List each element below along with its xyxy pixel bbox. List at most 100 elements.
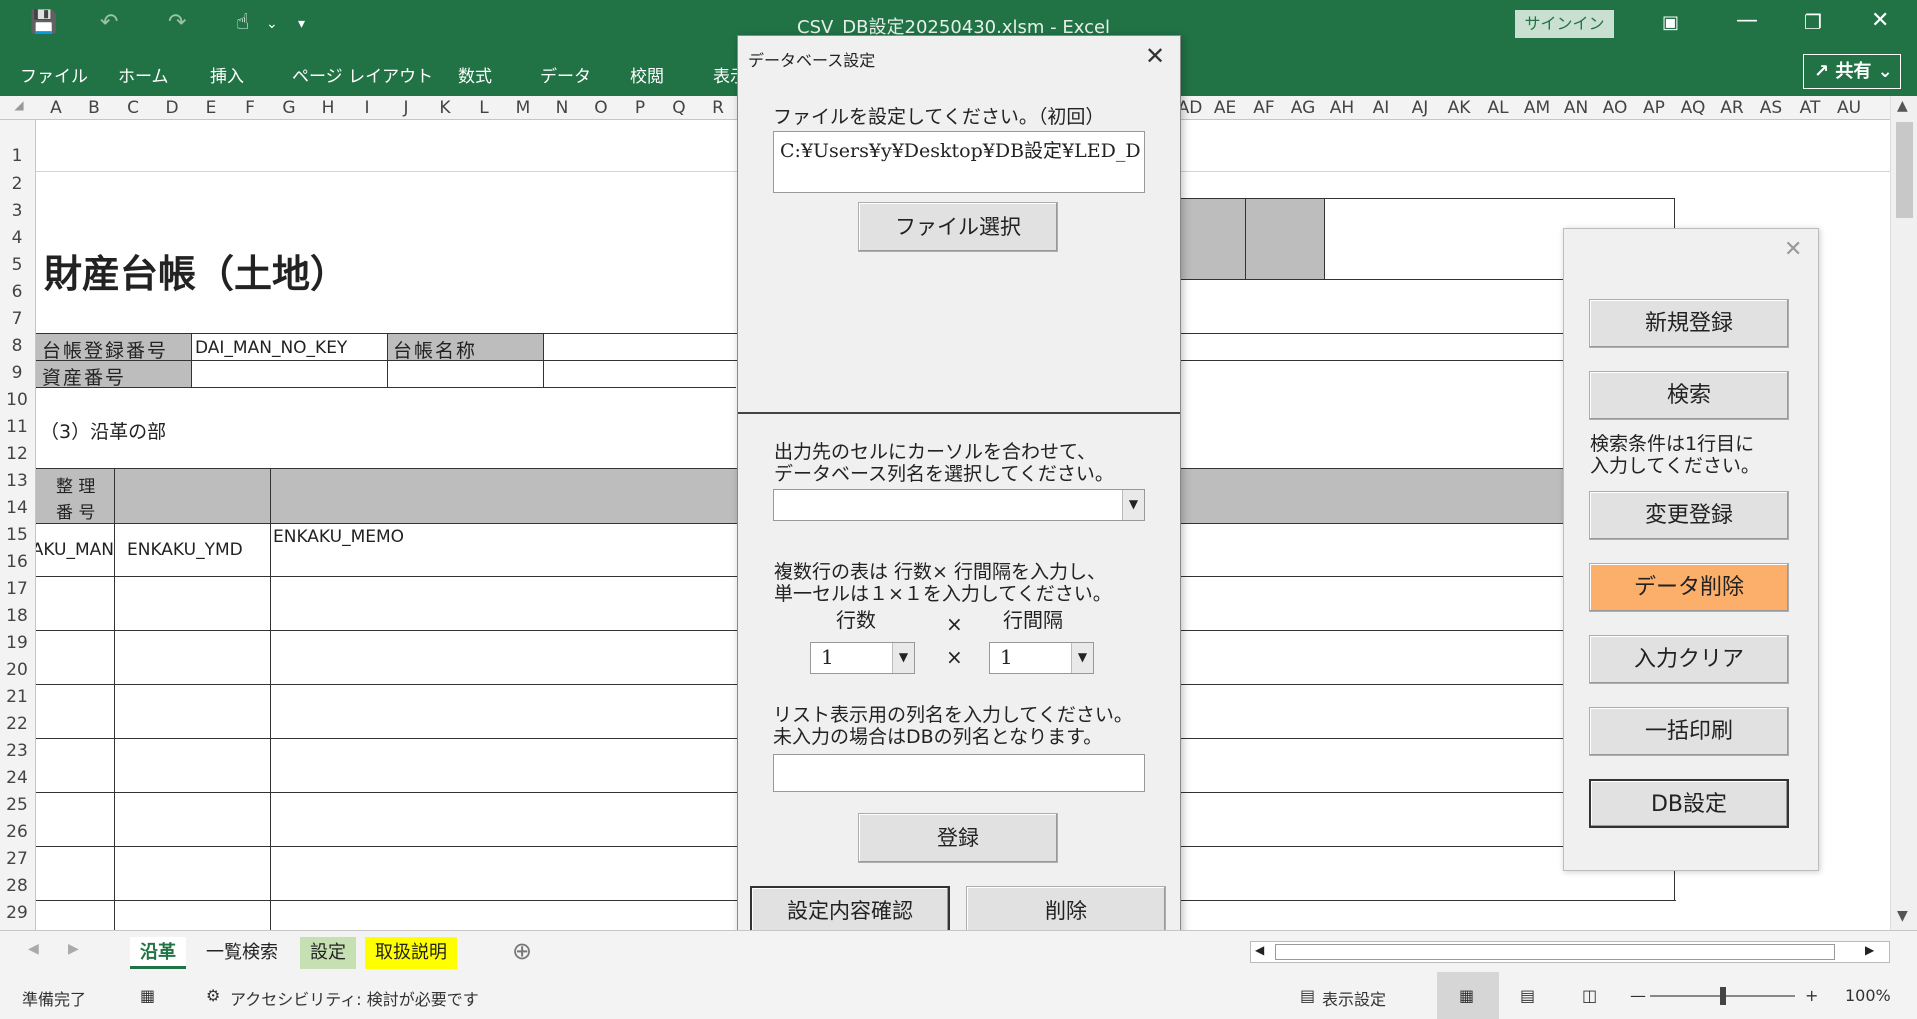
- row-header[interactable]: 18: [0, 606, 34, 626]
- row-header[interactable]: 24: [0, 768, 34, 788]
- row-header[interactable]: 15: [0, 525, 34, 545]
- column-header[interactable]: AP: [1634, 98, 1674, 118]
- share-button[interactable]: ↗ 共有 ⌄: [1803, 54, 1901, 89]
- dropdown-arrow-icon[interactable]: ▼: [1122, 490, 1144, 520]
- tab-insert[interactable]: 挿入: [210, 62, 244, 87]
- column-header[interactable]: AO: [1595, 98, 1635, 118]
- tab-file[interactable]: ファイル: [20, 62, 88, 87]
- row-header[interactable]: 21: [0, 687, 34, 707]
- panel-close-icon[interactable]: ✕: [1784, 237, 1802, 262]
- prev-sheet-icon[interactable]: ◀: [28, 941, 39, 957]
- column-header[interactable]: O: [581, 98, 621, 118]
- column-header[interactable]: AJ: [1400, 98, 1440, 118]
- tab-formulas[interactable]: 数式: [458, 62, 492, 87]
- row-header[interactable]: 7: [0, 309, 34, 329]
- vertical-scrollbar[interactable]: ▲ ▼: [1890, 96, 1917, 930]
- minimize-icon[interactable]: —: [1736, 8, 1758, 33]
- horizontal-scrollbar[interactable]: ◀ ▶: [1250, 941, 1890, 963]
- delete-button[interactable]: 削除: [966, 886, 1166, 936]
- row-header[interactable]: 19: [0, 633, 34, 653]
- row-header[interactable]: 1: [0, 146, 34, 166]
- sheet-tab-list-search[interactable]: 一覧検索: [196, 937, 288, 969]
- horizontal-scroll-thumb[interactable]: [1275, 944, 1835, 960]
- cell-field-memo[interactable]: ENKAKU_MEMO: [273, 527, 404, 547]
- close-icon[interactable]: ✕: [1871, 8, 1889, 33]
- add-sheet-icon[interactable]: ⊕: [512, 937, 532, 965]
- accessibility-icon[interactable]: ⚙: [206, 986, 220, 1005]
- tab-review[interactable]: 校閲: [630, 62, 664, 87]
- column-header[interactable]: A: [36, 98, 76, 118]
- column-header[interactable]: AH: [1322, 98, 1362, 118]
- row-header[interactable]: 26: [0, 822, 34, 842]
- zoom-slider-handle[interactable]: [1720, 987, 1726, 1005]
- row-header[interactable]: 11: [0, 417, 34, 437]
- column-header[interactable]: AN: [1556, 98, 1596, 118]
- normal-view-button[interactable]: ▦: [1437, 972, 1499, 1019]
- row-header[interactable]: 13: [0, 471, 34, 491]
- confirm-settings-button[interactable]: 設定内容確認: [750, 886, 950, 936]
- row-header[interactable]: 6: [0, 282, 34, 302]
- display-settings[interactable]: 表示設定: [1322, 986, 1386, 1010]
- touch-mode-icon[interactable]: ☝: [236, 10, 249, 35]
- column-header[interactable]: I: [347, 98, 387, 118]
- row-header[interactable]: 2: [0, 174, 34, 194]
- display-settings-icon[interactable]: ▤: [1300, 986, 1315, 1005]
- row-header[interactable]: 29: [0, 903, 34, 923]
- column-header[interactable]: G: [269, 98, 309, 118]
- page-layout-view-icon[interactable]: ▤: [1520, 986, 1535, 1005]
- row-header[interactable]: 14: [0, 498, 34, 518]
- dialog-close-icon[interactable]: ✕: [1145, 42, 1165, 70]
- column-header[interactable]: B: [74, 98, 114, 118]
- row-header[interactable]: 23: [0, 741, 34, 761]
- cell-field-no[interactable]: AKU_MAN: [36, 540, 114, 560]
- input-clear-button[interactable]: 入力クリア: [1589, 635, 1789, 684]
- zoom-in-icon[interactable]: +: [1805, 986, 1818, 1005]
- change-register-button[interactable]: 変更登録: [1589, 491, 1789, 540]
- column-header[interactable]: D: [152, 98, 192, 118]
- file-select-button[interactable]: ファイル選択: [858, 202, 1058, 252]
- row-header[interactable]: 27: [0, 849, 34, 869]
- column-header[interactable]: Q: [659, 98, 699, 118]
- column-header[interactable]: AM: [1517, 98, 1557, 118]
- customize-icon[interactable]: ▾: [298, 16, 305, 32]
- batch-print-button[interactable]: 一括印刷: [1589, 707, 1789, 756]
- restore-icon[interactable]: ❐: [1804, 10, 1822, 34]
- column-header[interactable]: P: [620, 98, 660, 118]
- scroll-right-icon[interactable]: ▶: [1865, 943, 1874, 957]
- scroll-down-icon[interactable]: ▼: [1897, 908, 1908, 924]
- list-column-name-input[interactable]: [773, 754, 1145, 792]
- column-header[interactable]: E: [191, 98, 231, 118]
- sheet-tab-manual[interactable]: 取扱説明: [365, 937, 457, 969]
- tab-page-layout[interactable]: ページ レイアウト: [292, 62, 433, 87]
- data-delete-button[interactable]: データ削除: [1589, 563, 1789, 612]
- row-header[interactable]: 10: [0, 390, 34, 410]
- column-header[interactable]: AE: [1205, 98, 1245, 118]
- new-register-button[interactable]: 新規登録: [1589, 299, 1789, 348]
- sheet-tab-enkaku[interactable]: 沿革: [130, 937, 186, 969]
- column-header[interactable]: K: [425, 98, 465, 118]
- file-path-field[interactable]: C:¥Users¥y¥Desktop¥DB設定¥LED_D: [773, 131, 1145, 193]
- column-header[interactable]: H: [308, 98, 348, 118]
- column-header[interactable]: AR: [1712, 98, 1752, 118]
- row-header[interactable]: 25: [0, 795, 34, 815]
- scroll-left-icon[interactable]: ◀: [1255, 943, 1264, 957]
- ribbon-display-icon[interactable]: ▣: [1662, 12, 1679, 33]
- accessibility-status[interactable]: アクセシビリティ: 検討が必要です: [230, 986, 479, 1010]
- column-header[interactable]: AK: [1439, 98, 1479, 118]
- ledger-no-value[interactable]: DAI_MAN_NO_KEY: [195, 338, 347, 358]
- row-header[interactable]: 12: [0, 444, 34, 464]
- search-button[interactable]: 検索: [1589, 371, 1789, 420]
- scroll-up-icon[interactable]: ▲: [1897, 98, 1908, 114]
- row-header[interactable]: 3: [0, 201, 34, 221]
- column-header[interactable]: C: [113, 98, 153, 118]
- db-settings-button[interactable]: DB設定: [1589, 779, 1789, 828]
- register-button[interactable]: 登録: [858, 813, 1058, 863]
- dropdown-arrow-icon[interactable]: ▼: [892, 643, 914, 673]
- column-header[interactable]: L: [464, 98, 504, 118]
- interval-select[interactable]: 1 ▼: [989, 642, 1094, 674]
- page-break-view-icon[interactable]: ◫: [1582, 986, 1597, 1005]
- row-header[interactable]: 9: [0, 363, 34, 383]
- column-header[interactable]: AS: [1751, 98, 1791, 118]
- column-header[interactable]: AF: [1244, 98, 1284, 118]
- tab-home[interactable]: ホーム: [118, 62, 169, 87]
